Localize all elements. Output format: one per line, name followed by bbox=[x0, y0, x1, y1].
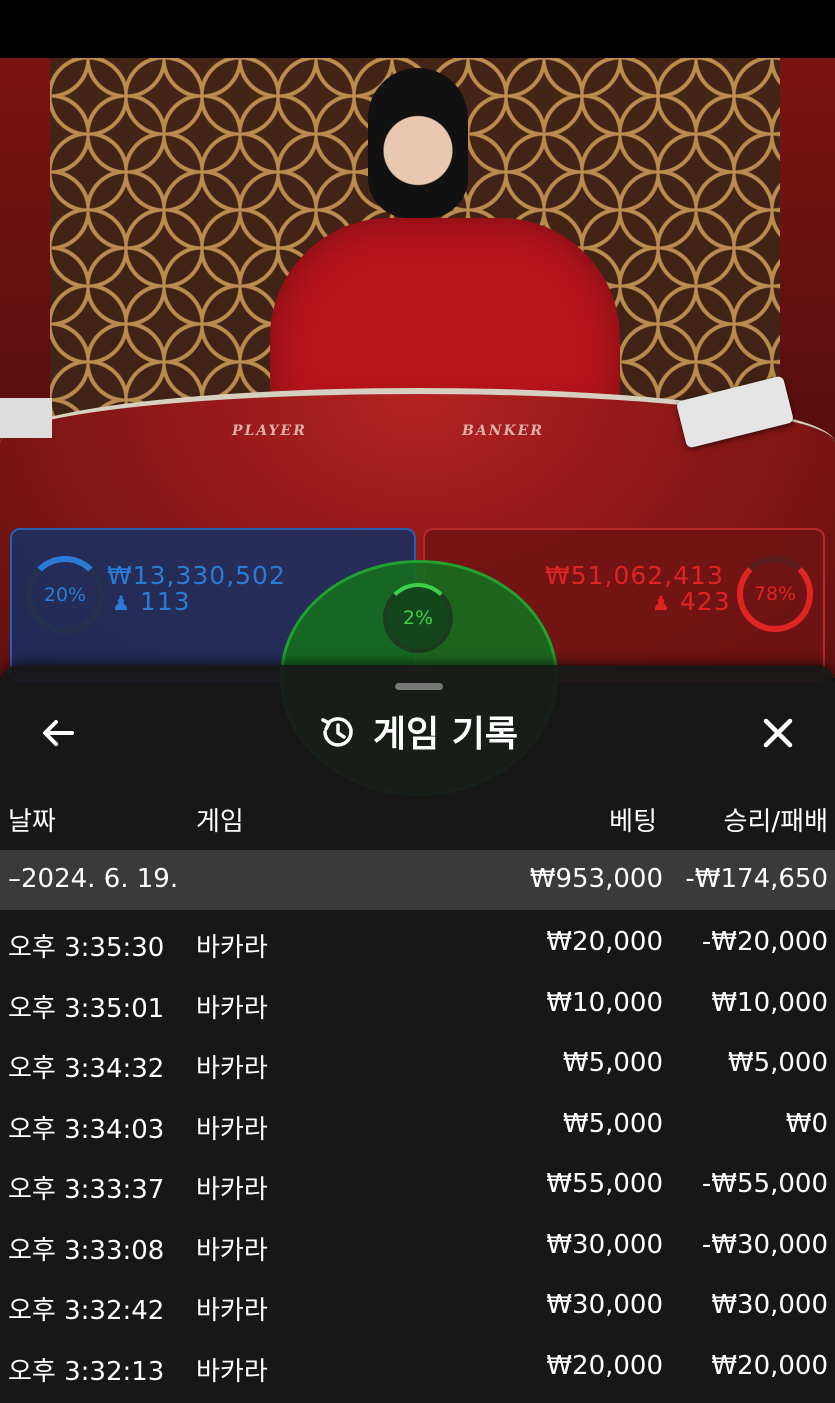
history-row[interactable]: 오후 3:33:08 바카라 ₩30,000 -₩30,000 bbox=[0, 1216, 835, 1276]
player-percent: 20% bbox=[43, 584, 87, 606]
row-result: ₩5,000 bbox=[727, 1048, 828, 1078]
row-result: ₩10,000 bbox=[711, 987, 828, 1018]
banker-count-value: 423 bbox=[679, 587, 731, 616]
column-result: 승리/패배 bbox=[723, 807, 828, 837]
banker-percent-ring: 78% bbox=[737, 556, 813, 632]
panel-title-wrap: 게임 기록 bbox=[0, 705, 835, 757]
row-bet: ₩30,000 bbox=[546, 1229, 663, 1260]
close-icon bbox=[763, 718, 793, 748]
banker-count: ♟ 423 bbox=[652, 588, 731, 617]
row-bet: ₩20,000 bbox=[546, 1350, 663, 1381]
row-time: 오후 3:33:08 bbox=[8, 1235, 165, 1266]
felt-label-banker: BANKER bbox=[462, 423, 544, 439]
history-row[interactable]: 오후 3:34:32 바카라 ₩5,000 ₩5,000 bbox=[0, 1034, 835, 1094]
history-icon bbox=[317, 712, 357, 752]
player-percent-ring: 20% bbox=[26, 556, 104, 634]
row-game: 바카라 bbox=[196, 1175, 268, 1205]
row-bet: ₩55,000 bbox=[546, 1169, 663, 1199]
row-time: 오후 3:33:37 bbox=[8, 1175, 165, 1205]
close-button[interactable] bbox=[758, 713, 798, 753]
person-icon: ♟ bbox=[112, 591, 131, 615]
row-time: 오후 3:35:01 bbox=[8, 993, 165, 1024]
summary-bet: ₩953,000 bbox=[529, 864, 663, 894]
drag-handle[interactable] bbox=[395, 683, 443, 690]
discard-tray bbox=[0, 398, 52, 438]
row-time: 오후 3:34:32 bbox=[8, 1054, 165, 1084]
row-bet: ₩30,000 bbox=[546, 1290, 663, 1320]
row-result: -₩30,000 bbox=[701, 1229, 828, 1260]
history-row[interactable]: 오후 3:35:30 바카라 ₩20,000 -₩20,000 bbox=[0, 913, 835, 973]
panel-title: 게임 기록 bbox=[372, 714, 518, 755]
column-bet: 베팅 bbox=[609, 807, 657, 837]
row-game: 바카라 bbox=[196, 1054, 268, 1084]
row-bet: ₩20,000 bbox=[546, 927, 663, 957]
player-count-value: 113 bbox=[139, 587, 191, 616]
row-result: -₩20,000 bbox=[701, 927, 828, 957]
dealer-head bbox=[368, 68, 468, 218]
row-time: 오후 3:32:13 bbox=[8, 1356, 165, 1387]
row-time: 오후 3:32:42 bbox=[8, 1296, 165, 1326]
history-row[interactable]: 오후 3:35:01 바카라 ₩10,000 ₩10,000 bbox=[0, 974, 835, 1034]
summary-date: –2024. 6. 19. bbox=[8, 864, 179, 894]
row-result: ₩0 bbox=[785, 1108, 828, 1139]
row-result: -₩55,000 bbox=[701, 1169, 828, 1199]
tie-percent: 2% bbox=[402, 607, 434, 629]
column-date: 날짜 bbox=[8, 807, 56, 837]
row-bet: ₩5,000 bbox=[562, 1108, 663, 1139]
person-icon: ♟ bbox=[652, 591, 671, 615]
date-summary-row[interactable]: –2024. 6. 19. ₩953,000 -₩174,650 bbox=[0, 850, 835, 910]
row-game: 바카라 bbox=[196, 1296, 268, 1326]
row-result: ₩30,000 bbox=[711, 1290, 828, 1320]
summary-result: -₩174,650 bbox=[685, 864, 828, 894]
row-game: 바카라 bbox=[196, 1114, 268, 1145]
row-time: 오후 3:35:30 bbox=[8, 933, 165, 963]
player-amount: ₩13,330,502 bbox=[107, 561, 286, 590]
row-time: 오후 3:34:03 bbox=[8, 1114, 165, 1145]
row-game: 바카라 bbox=[196, 933, 268, 963]
game-history-panel: 게임 기록 날짜 게임 베팅 승리/패배 –2024. 6. 19. ₩953,… bbox=[0, 665, 835, 1403]
row-bet: ₩5,000 bbox=[562, 1048, 663, 1078]
row-result: ₩20,000 bbox=[711, 1350, 828, 1381]
column-game: 게임 bbox=[196, 807, 244, 837]
felt-label-player: PLAYER bbox=[232, 423, 307, 439]
row-game: 바카라 bbox=[196, 993, 268, 1024]
player-count: ♟ 113 bbox=[112, 588, 191, 617]
row-bet: ₩10,000 bbox=[546, 987, 663, 1018]
banker-amount: ₩51,062,413 bbox=[545, 561, 724, 590]
row-game: 바카라 bbox=[196, 1235, 268, 1266]
history-row[interactable]: 오후 3:34:03 바카라 ₩5,000 ₩0 bbox=[0, 1095, 835, 1155]
row-game: 바카라 bbox=[196, 1356, 268, 1387]
status-bar bbox=[0, 0, 835, 58]
tie-percent-ring: 2% bbox=[383, 583, 453, 653]
history-row[interactable]: 오후 3:32:42 바카라 ₩30,000 ₩30,000 bbox=[0, 1276, 835, 1336]
history-row[interactable]: 오후 3:33:37 바카라 ₩55,000 -₩55,000 bbox=[0, 1155, 835, 1215]
history-row[interactable]: 오후 3:32:13 바카라 ₩20,000 ₩20,000 bbox=[0, 1337, 835, 1397]
banker-percent: 78% bbox=[753, 583, 797, 605]
